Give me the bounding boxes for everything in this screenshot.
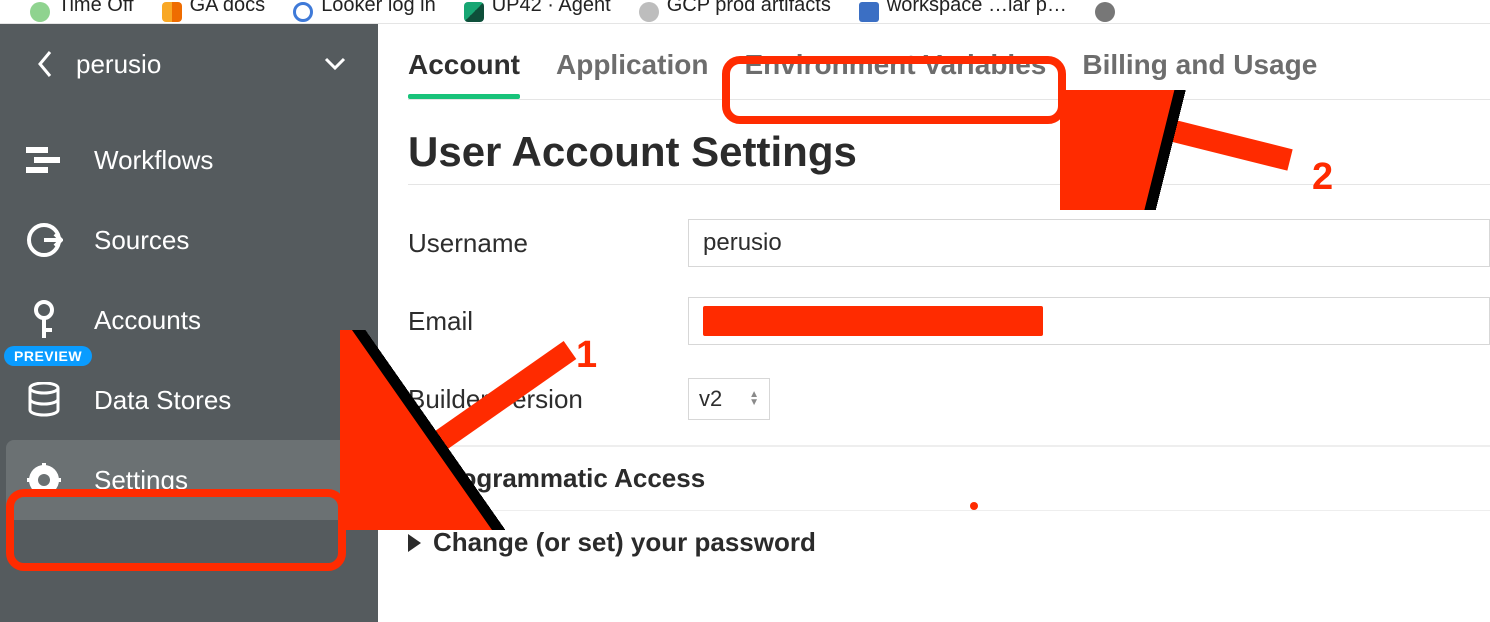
tabbar: Account Application Environment Variable… [408,36,1490,100]
bookmark-item[interactable]: UP42 · Agent [464,0,611,23]
row-builder-version: Builder Version v2 ▲▼ [408,367,1490,431]
chevron-down-icon[interactable] [320,49,350,79]
sidebar-item-label: Data Stores [94,385,231,416]
workflows-icon [22,138,66,182]
sidebar-item-datastores[interactable]: PREVIEW Data Stores [0,360,378,440]
label-builder-version: Builder Version [408,384,688,415]
triangle-right-icon [408,470,421,488]
page-title: User Account Settings [408,128,1490,176]
disclosure-label: Programmatic Access [433,463,705,494]
sidebar-header[interactable]: perusio [0,24,378,104]
input-email[interactable] [688,297,1490,345]
preview-badge: PREVIEW [4,346,92,366]
bookmark-label: GA docs [190,0,266,17]
tab-account[interactable]: Account [408,39,520,97]
bookmark-item[interactable]: workspace …lar p… [859,0,1067,23]
tab-billing-usage[interactable]: Billing and Usage [1082,39,1317,97]
bookmark-item[interactable]: Looker log in [293,0,436,23]
sidebar-item-label: Accounts [94,305,201,336]
sidebar-item-label: Sources [94,225,189,256]
bookmark-icon [1095,2,1115,22]
back-icon[interactable] [28,47,62,81]
sidebar-account-name: perusio [62,49,320,80]
gear-icon [22,458,66,502]
row-email: Email [408,289,1490,353]
bookmark-item[interactable]: GCP prod artifacts [639,0,831,23]
bookmark-bar: Time Off GA docs Looker log in UP42 · Ag… [0,0,1490,23]
bookmark-icon [464,2,484,22]
disclosure-programmatic-access[interactable]: Programmatic Access [408,446,1490,510]
triangle-right-icon [408,534,421,552]
select-value: v2 [699,386,722,412]
label-email: Email [408,306,688,337]
database-icon [22,378,66,422]
sidebar: perusio Workflows [0,24,378,622]
sidebar-nav: Workflows Sources [0,104,378,520]
bookmark-item[interactable]: GA docs [162,0,266,23]
sidebar-item-settings[interactable]: Settings [6,440,372,520]
select-builder-version[interactable]: v2 ▲▼ [688,378,770,420]
bookmark-icon [639,2,659,22]
label-username: Username [408,228,688,259]
row-username: Username [408,211,1490,275]
tab-application[interactable]: Application [556,39,708,97]
divider [408,184,1490,185]
sources-icon [22,218,66,262]
disclosure-change-password[interactable]: Change (or set) your password [408,510,1490,574]
bookmark-icon [162,2,182,22]
annotation-dot [970,502,978,510]
tab-environment-variables[interactable]: Environment Variables [744,39,1046,97]
bookmark-icon [293,2,313,22]
bookmark-label: Time Off [58,0,134,17]
input-username[interactable] [688,219,1490,267]
bookmark-item[interactable] [1095,0,1115,23]
main-panel: Account Application Environment Variable… [378,24,1490,622]
stepper-icon: ▲▼ [749,391,759,407]
app-root: perusio Workflows [0,23,1490,622]
sidebar-item-sources[interactable]: Sources [0,200,378,280]
redacted-email [703,306,1043,336]
bookmark-label: workspace …lar p… [887,0,1067,17]
bookmark-item[interactable]: Time Off [30,0,134,23]
sidebar-item-label: Settings [94,465,188,496]
key-icon [22,298,66,342]
bookmark-label: Looker log in [321,0,436,17]
sidebar-item-workflows[interactable]: Workflows [0,120,378,200]
bookmark-label: GCP prod artifacts [667,0,831,17]
disclosure-label: Change (or set) your password [433,527,816,558]
bookmark-label: UP42 · Agent [492,0,611,17]
bookmark-icon [859,2,879,22]
sidebar-item-label: Workflows [94,145,213,176]
bookmark-icon [30,2,50,22]
